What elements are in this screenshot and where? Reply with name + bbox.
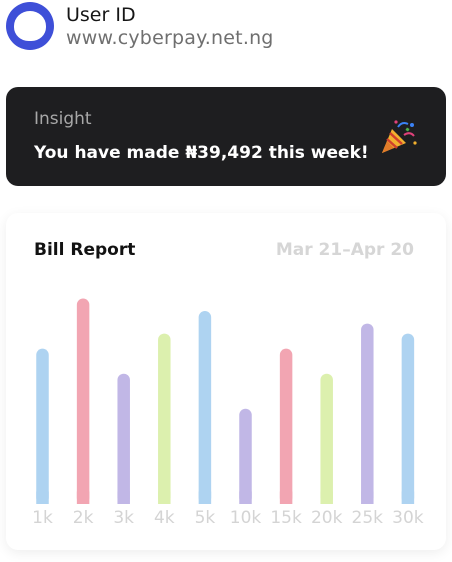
- site-url[interactable]: www.cyberpay.net.ng: [66, 27, 274, 49]
- bar-2k[interactable]: [76, 298, 90, 504]
- bar-base-3k: [117, 491, 130, 504]
- x-tick-label: 4k: [154, 508, 175, 528]
- party-popper-icon: [382, 120, 417, 153]
- insight-label: Insight: [34, 109, 92, 129]
- x-tick-label: 30k: [392, 508, 424, 528]
- insight-card: Insight You have made ₦39,492 this week!: [6, 87, 446, 186]
- bar-25k[interactable]: [361, 323, 374, 504]
- bar-15k[interactable]: [279, 348, 293, 504]
- bar-base-10k: [239, 491, 252, 504]
- bar-10k[interactable]: [239, 408, 252, 504]
- x-tick-label: 2k: [73, 508, 94, 528]
- header-text: User ID www.cyberpay.net.ng: [66, 4, 274, 49]
- x-tick-label: 1k: [32, 508, 53, 528]
- insight-message: You have made ₦39,492 this week!: [34, 143, 369, 163]
- bill-report-card: Bill Report Mar 21–Apr 20 1k 2k 3k 4k 5k 10k 1…: [6, 213, 446, 550]
- bar-base-25k: [361, 491, 374, 504]
- bar-30k[interactable]: [401, 333, 415, 504]
- bar-base-30k: [401, 491, 415, 504]
- x-tick-label: 20k: [311, 508, 343, 528]
- bar-20k[interactable]: [320, 373, 333, 504]
- x-tick-label: 10k: [230, 508, 262, 528]
- bar-base-2k: [76, 491, 90, 504]
- x-tick-label: 15k: [270, 508, 302, 528]
- bar-base-5k: [198, 491, 212, 504]
- bar-3k[interactable]: [117, 373, 130, 504]
- bar-4k[interactable]: [158, 333, 171, 504]
- bar-base-20k: [320, 491, 333, 504]
- x-tick-label: 25k: [352, 508, 384, 528]
- x-tick-label: 5k: [195, 508, 216, 528]
- bar-1k[interactable]: [36, 348, 49, 504]
- bar-chart: 1k 2k 3k 4k 5k 10k 15k 20k 25k 30k: [32, 298, 424, 528]
- bar-base-1k: [36, 491, 49, 504]
- bar-base-4k: [158, 491, 171, 504]
- header: User ID www.cyberpay.net.ng: [6, 2, 274, 50]
- avatar[interactable]: [6, 2, 54, 50]
- bar-base-15k: [279, 491, 293, 504]
- avatar-face: [14, 11, 46, 41]
- user-id: User ID: [66, 3, 136, 26]
- x-tick-label: 3k: [113, 508, 134, 528]
- bar-5k[interactable]: [198, 311, 212, 504]
